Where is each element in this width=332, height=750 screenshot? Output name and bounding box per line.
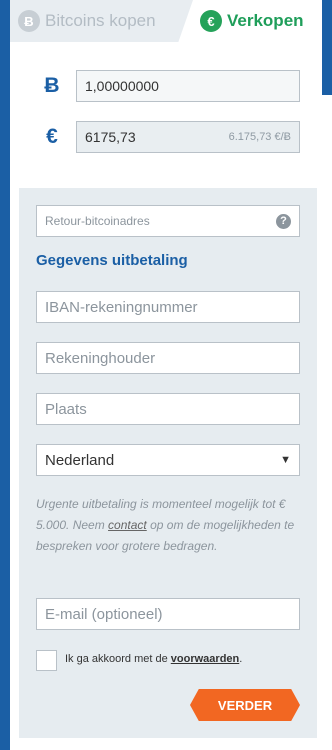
btc-amount-input[interactable]: 1,00000000 [76,70,300,102]
tab-sell[interactable]: € Verkopen [200,0,322,42]
iban-input[interactable]: IBAN-rekeningnummer [36,291,300,323]
payout-panel: Retour-bitcoinadres ? Gegevens uitbetali… [19,188,317,738]
account-holder-placeholder: Rekeninghouder [45,349,156,367]
contact-link[interactable]: contact [108,518,147,532]
help-icon[interactable]: ? [276,213,291,229]
right-frame [322,0,332,95]
next-button[interactable]: VERDER [190,689,300,721]
tab-buy-label: Bitcoins kopen [45,11,156,30]
terms-link[interactable]: voorwaarden [171,653,239,665]
terms-text: Ik ga akkoord met de [65,653,171,665]
terms-period: . [239,653,243,665]
account-holder-input[interactable]: Rekeninghouder [36,342,300,374]
city-placeholder: Plaats [45,400,87,418]
euro-icon: € [200,10,222,32]
tab-sell-label: Verkopen [227,11,304,30]
bitcoin-symbol-icon: Ƀ [44,74,60,97]
euro-symbol-icon: € [46,125,58,148]
left-frame [0,0,10,750]
tab-buy-bitcoins[interactable]: Ƀ Bitcoins kopen [10,0,193,42]
email-placeholder: E-mail (optioneel) [45,605,163,623]
country-select[interactable]: Nederland ▼ [36,444,300,476]
btc-amount-row: Ƀ 1,00000000 [10,70,322,102]
urgent-payout-note: Urgente uitbetaling is momenteel mogelij… [36,494,302,557]
terms-checkbox[interactable] [36,650,57,671]
terms-label: Ik ga akkoord met de voorwaarden. [65,653,242,665]
tab-bar: Ƀ Bitcoins kopen € Verkopen [10,0,322,42]
email-input[interactable]: E-mail (optioneel) [36,598,300,630]
section-title: Gegevens uitbetaling [36,252,188,269]
iban-placeholder: IBAN-rekeningnummer [45,298,198,316]
exchange-rate: 6.175,73 €/Ƀ [228,131,291,143]
city-input[interactable]: Plaats [36,393,300,425]
eur-amount-row: € 6175,73 6.175,73 €/Ƀ [10,121,322,153]
eur-amount-value: 6175,73 [85,129,136,145]
return-address-placeholder: Retour-bitcoinadres [45,214,150,228]
btc-amount-value: 1,00000000 [85,78,159,94]
return-address-input[interactable]: Retour-bitcoinadres ? [36,205,300,237]
dropdown-arrow-icon: ▼ [280,454,291,466]
country-value: Nederland [45,451,115,469]
eur-amount-field: 6175,73 6.175,73 €/Ƀ [76,121,300,153]
bitcoin-icon: Ƀ [18,10,40,32]
